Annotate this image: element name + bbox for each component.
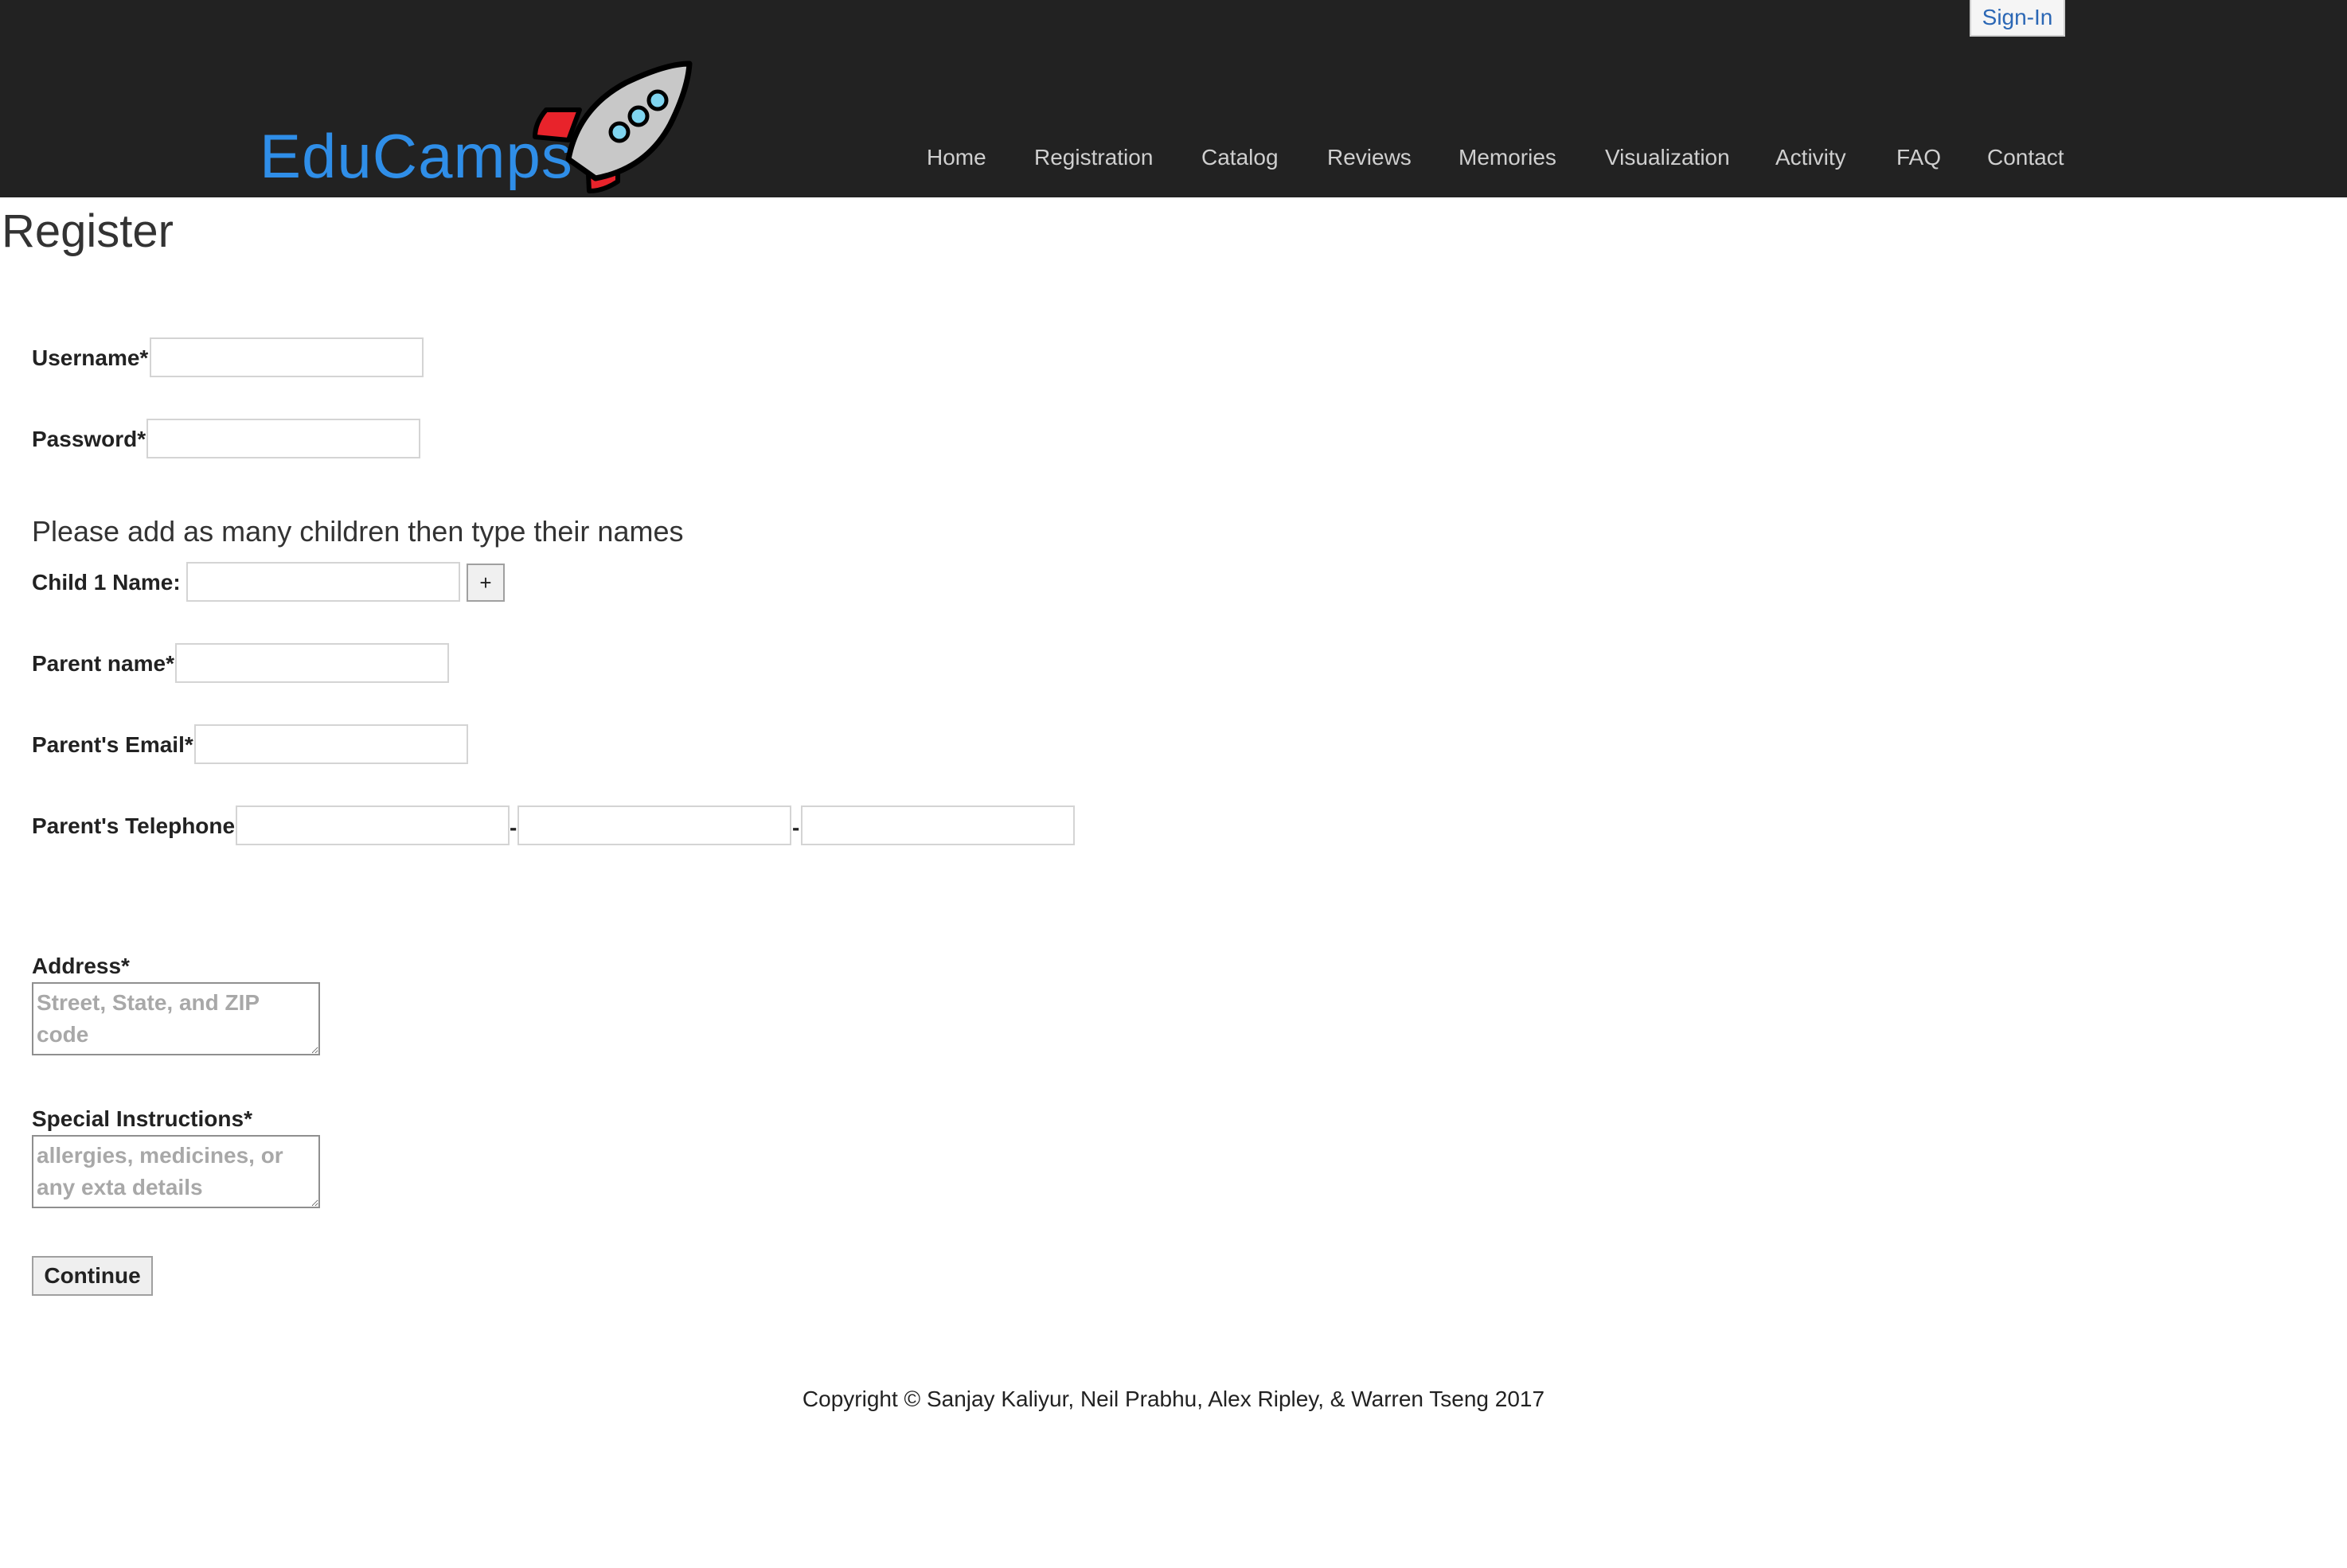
phone-separator: - [510, 815, 517, 840]
footer-copyright: Copyright © Sanjay Kaliyur, Neil Prabhu,… [802, 1387, 1545, 1411]
sign-in-button[interactable]: Sign-In [1970, 0, 2065, 37]
username-label: Username* [32, 345, 149, 370]
nav-item-faq[interactable]: FAQ [1896, 140, 1941, 175]
nav-item-registration[interactable]: Registration [1034, 140, 1153, 175]
add-child-button[interactable]: + [467, 564, 505, 602]
phone-prefix-input[interactable] [517, 805, 791, 845]
address-textarea[interactable] [32, 982, 320, 1055]
continue-button[interactable]: Continue [32, 1256, 153, 1296]
rocket-icon [533, 60, 693, 193]
page-title: Register [2, 205, 174, 257]
password-label: Password* [32, 427, 146, 451]
nav-item-home[interactable]: Home [927, 140, 986, 175]
page: Sign-In EduCamps Home Registration Catal… [0, 0, 2347, 1568]
nav-item-activity[interactable]: Activity [1775, 140, 1846, 175]
password-input[interactable] [146, 419, 420, 458]
main-nav: Home Registration Catalog Reviews Memori… [0, 140, 2347, 175]
parent-email-label: Parent's Email* [32, 732, 193, 757]
parent-phone-label: Parent's Telephone [32, 813, 236, 838]
nav-item-catalog[interactable]: Catalog [1201, 140, 1279, 175]
phone-area-input[interactable] [236, 805, 510, 845]
instructions-label: Special Instructions* [32, 1106, 252, 1131]
parent-email-input[interactable] [194, 724, 468, 764]
nav-item-memories[interactable]: Memories [1459, 140, 1556, 175]
instructions-textarea[interactable] [32, 1135, 320, 1208]
nav-item-reviews[interactable]: Reviews [1327, 140, 1412, 175]
username-input[interactable] [150, 337, 424, 377]
nav-item-contact[interactable]: Contact [1987, 140, 2064, 175]
site-logo[interactable]: EduCamps [260, 60, 697, 196]
phone-line-input[interactable] [801, 805, 1075, 845]
parent-name-input[interactable] [175, 643, 449, 683]
parent-name-label: Parent name* [32, 651, 174, 676]
phone-separator: - [792, 815, 800, 840]
nav-item-visualization[interactable]: Visualization [1605, 140, 1730, 175]
child-name-input[interactable] [186, 562, 460, 602]
site-header: Sign-In EduCamps Home Registration Catal… [0, 0, 2347, 197]
address-label: Address* [32, 954, 130, 978]
child-name-label: Child 1 Name: [32, 570, 181, 595]
children-heading: Please add as many children then type th… [32, 515, 684, 548]
